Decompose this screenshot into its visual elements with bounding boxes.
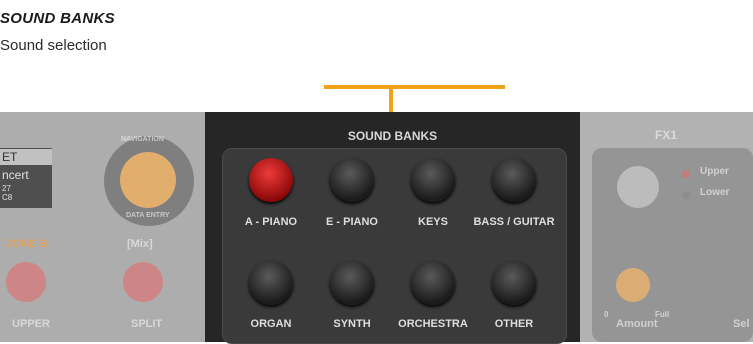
callout-horizontal-line [324, 85, 505, 89]
fx1-title: FX1 [655, 128, 678, 142]
upper-label: Upper [700, 166, 729, 177]
data-entry-label: DATA ENTRY [126, 212, 170, 219]
zone-b-button[interactable] [6, 262, 46, 302]
display-line-2: ncert [2, 168, 29, 182]
lower-label: Lower [700, 187, 730, 198]
display-small-1: 27 [2, 184, 11, 193]
synth-button[interactable] [330, 261, 374, 305]
amount-min-label: 0 [604, 310, 609, 319]
lower-led-icon [682, 191, 690, 199]
orchestra-button[interactable] [411, 261, 455, 305]
mix-label: [Mix] [127, 238, 153, 250]
upper-led-icon [682, 170, 690, 178]
mix-button[interactable] [123, 262, 163, 302]
a-piano-button[interactable] [249, 158, 293, 202]
display-small-2: C8 [2, 193, 13, 202]
bass-guitar-button[interactable] [492, 158, 536, 202]
amount-knob[interactable] [616, 268, 650, 302]
fx1-button[interactable] [617, 166, 659, 208]
zone-b-label: ZONE B [6, 238, 48, 250]
upper-label: UPPER [12, 318, 50, 330]
select-label: Sel [733, 318, 750, 330]
callout-title: SOUND BANKS [0, 10, 115, 27]
sound-banks-title: SOUND BANKS [347, 129, 438, 143]
navigation-label: NAVIGATION [121, 136, 164, 143]
callout-subtitle: Sound selection [0, 37, 107, 54]
amount-label: Amount [616, 318, 658, 330]
e-piano-button[interactable] [330, 158, 374, 202]
keys-button[interactable] [411, 158, 455, 202]
other-label: OTHER [494, 318, 534, 330]
bass-guitar-label: BASS / GUITAR [473, 216, 555, 228]
data-entry-knob[interactable] [120, 152, 176, 208]
other-button[interactable] [492, 261, 536, 305]
display-line-1: ET [2, 150, 18, 164]
organ-button[interactable] [249, 261, 293, 305]
fx1-frame [592, 148, 753, 342]
split-label: SPLIT [131, 318, 163, 330]
